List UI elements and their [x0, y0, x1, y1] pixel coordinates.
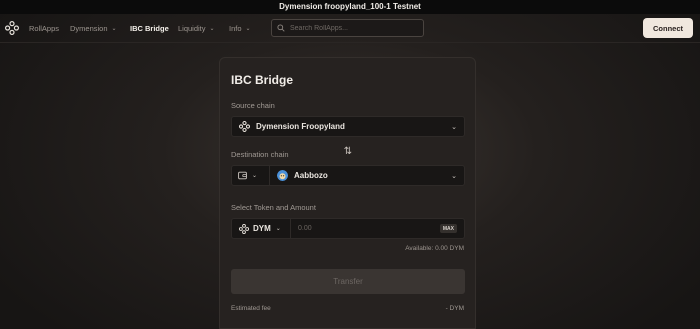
nav-liquidity[interactable]: Liquidity ⌄	[178, 14, 215, 43]
nav-rollapps[interactable]: RollApps	[29, 14, 59, 43]
chevron-down-icon: ⌄	[245, 26, 251, 32]
token-amount-label: Select Token and Amount	[231, 203, 316, 212]
destination-chain-label: Destination chain	[231, 150, 289, 159]
search-box[interactable]	[271, 19, 424, 37]
nav-dymension[interactable]: Dymension ⌄	[70, 14, 117, 43]
nav-info-label: Info	[229, 24, 242, 33]
token-amount-field: DYM ⌄ MAX	[231, 218, 465, 239]
chevron-down-icon: ⌄	[252, 173, 258, 179]
page-title: IBC Bridge	[231, 73, 294, 87]
estimated-fee-label: Estimated fee	[231, 305, 271, 312]
nav-ibc-bridge[interactable]: IBC Bridge	[130, 14, 169, 43]
network-banner: Dymension froopyland_100-1 Testnet	[0, 0, 700, 14]
chevron-down-icon: ⌄	[209, 26, 215, 32]
dymension-logo-icon[interactable]	[5, 21, 19, 35]
connect-button[interactable]: Connect	[643, 18, 693, 38]
top-navbar: RollApps Dymension ⌄ IBC Bridge Liquidit…	[0, 14, 700, 43]
search-icon	[277, 24, 285, 32]
token-symbol: DYM	[253, 224, 271, 233]
nav-info[interactable]: Info ⌄	[229, 14, 251, 43]
ibc-bridge-card: IBC Bridge Source chain Dymension Froopy…	[219, 57, 476, 329]
dymension-logo-icon	[239, 223, 249, 234]
estimated-fee-value: - DYM	[445, 305, 464, 312]
chevron-down-icon: ⌄	[275, 226, 281, 232]
chevron-down-icon: ⌄	[451, 123, 457, 131]
nav-rollapps-label: RollApps	[29, 24, 60, 33]
chevron-down-icon: ⌄	[111, 26, 117, 32]
token-selector[interactable]: DYM ⌄	[232, 219, 291, 238]
nav-liquidity-label: Liquidity	[178, 24, 206, 33]
source-chain-select[interactable]: Dymension Froopyland ⌄	[231, 116, 465, 137]
swap-arrows-icon[interactable]: ⇅	[342, 145, 354, 159]
nav-dymension-label: Dymension	[70, 24, 108, 33]
chevron-down-icon: ⌄	[451, 172, 457, 180]
search-input[interactable]	[290, 24, 420, 32]
wallet-selector[interactable]: ⌄	[232, 166, 270, 185]
nav-ibc-bridge-label: IBC Bridge	[130, 24, 169, 33]
transfer-button[interactable]: Transfer	[231, 269, 465, 294]
source-chain-label: Source chain	[231, 101, 275, 110]
destination-chain-value: Aabbozo	[294, 171, 328, 180]
available-balance: Available: 0.00 DYM	[405, 245, 464, 252]
wallet-icon	[238, 171, 247, 180]
amount-input[interactable]	[298, 222, 418, 235]
aabbozo-avatar-icon	[277, 170, 288, 181]
destination-chain-select[interactable]: ⌄ Aabbozo ⌄	[231, 165, 465, 186]
dymension-logo-icon	[239, 121, 250, 132]
source-chain-value: Dymension Froopyland	[256, 122, 345, 131]
max-button[interactable]: MAX	[439, 224, 457, 233]
